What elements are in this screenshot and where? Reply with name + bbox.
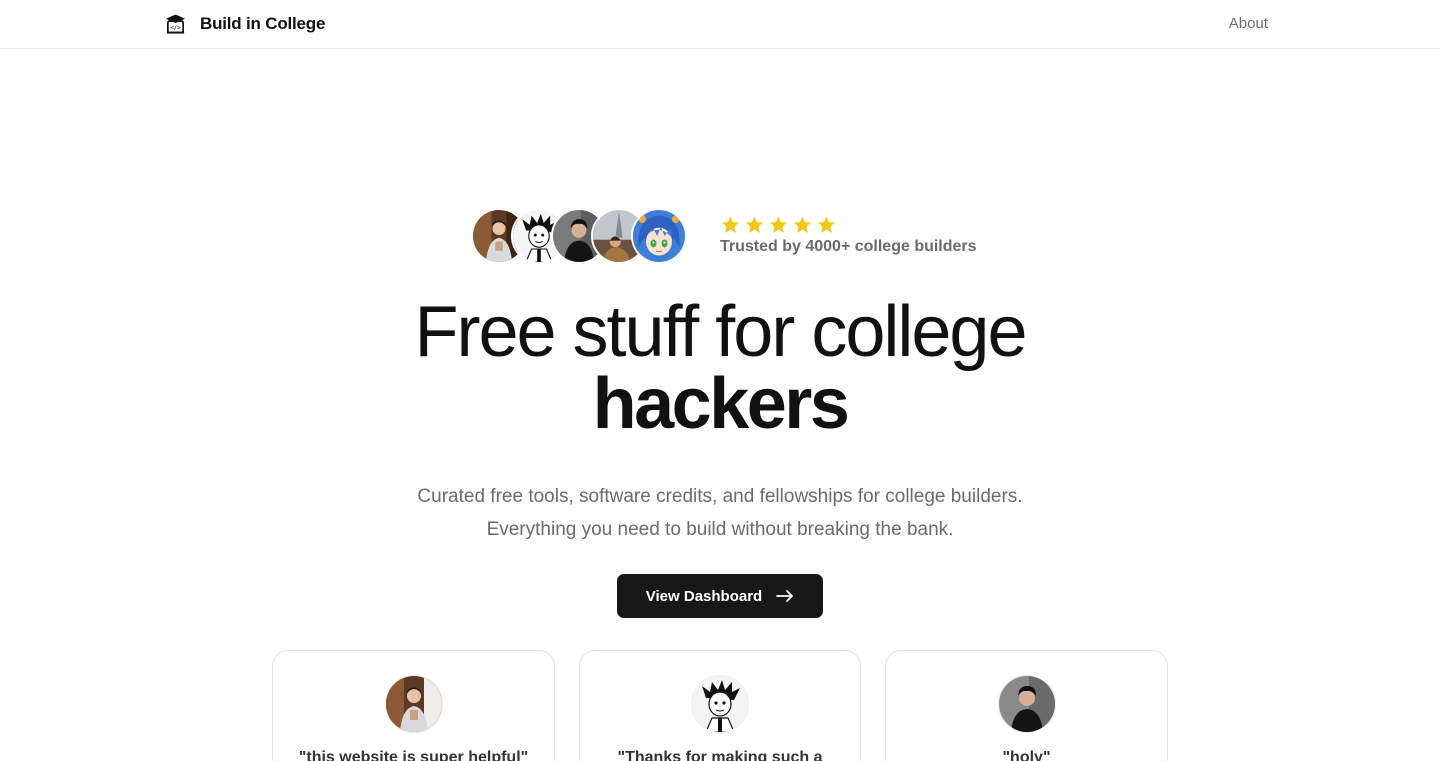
avatar <box>631 208 687 264</box>
view-dashboard-label: View Dashboard <box>645 587 763 605</box>
testimonial-card: "this website is super helpful" <box>272 650 555 761</box>
star-icon <box>745 216 764 233</box>
nav-about-link[interactable]: About <box>1229 15 1268 32</box>
brand-link[interactable]: </> Build in College <box>165 12 325 36</box>
trust-section: Trusted by 4000+ college builders <box>471 208 977 266</box>
hero-title: Free stuff for college hackers <box>0 296 1440 440</box>
star-icon <box>817 216 836 233</box>
testimonial-card: "holy" <box>885 650 1168 761</box>
star-rating <box>720 215 1020 235</box>
testimonial-quote: "this website is super helpful" <box>298 749 529 761</box>
subtitle-line1: Curated free tools, software credits, an… <box>417 486 1023 507</box>
svg-text:</>: </> <box>170 26 181 32</box>
brand-name: Build in College <box>200 14 326 33</box>
hero-subtitle: Curated free tools, software credits, an… <box>0 480 1440 546</box>
star-icon <box>721 216 740 233</box>
school-icon: </> <box>165 14 186 34</box>
testimonial-avatar <box>998 675 1056 733</box>
testimonial-avatar <box>385 675 443 733</box>
testimonial-quote: "Thanks for making such a <box>617 749 823 761</box>
testimonial-quote: "holy" <box>1002 749 1051 761</box>
star-icon <box>793 216 812 233</box>
view-dashboard-button[interactable]: View Dashboard <box>617 574 823 618</box>
trust-text: Trusted by 4000+ college builders <box>720 238 977 255</box>
navbar: </> Build in College About <box>0 0 1440 49</box>
subtitle-line2: Everything you need to build without bre… <box>486 519 954 540</box>
star-icon <box>769 216 788 233</box>
arrow-right-icon <box>776 590 794 602</box>
avatar-stack <box>471 208 689 266</box>
testimonial-avatar <box>691 675 749 733</box>
testimonial-card: "Thanks for making such a <box>579 650 861 761</box>
trust-rating: Trusted by 4000+ college builders <box>720 215 1020 256</box>
hero-title-line2: hackers <box>592 364 850 444</box>
hero-title-line1: Free stuff for college <box>414 292 1028 372</box>
